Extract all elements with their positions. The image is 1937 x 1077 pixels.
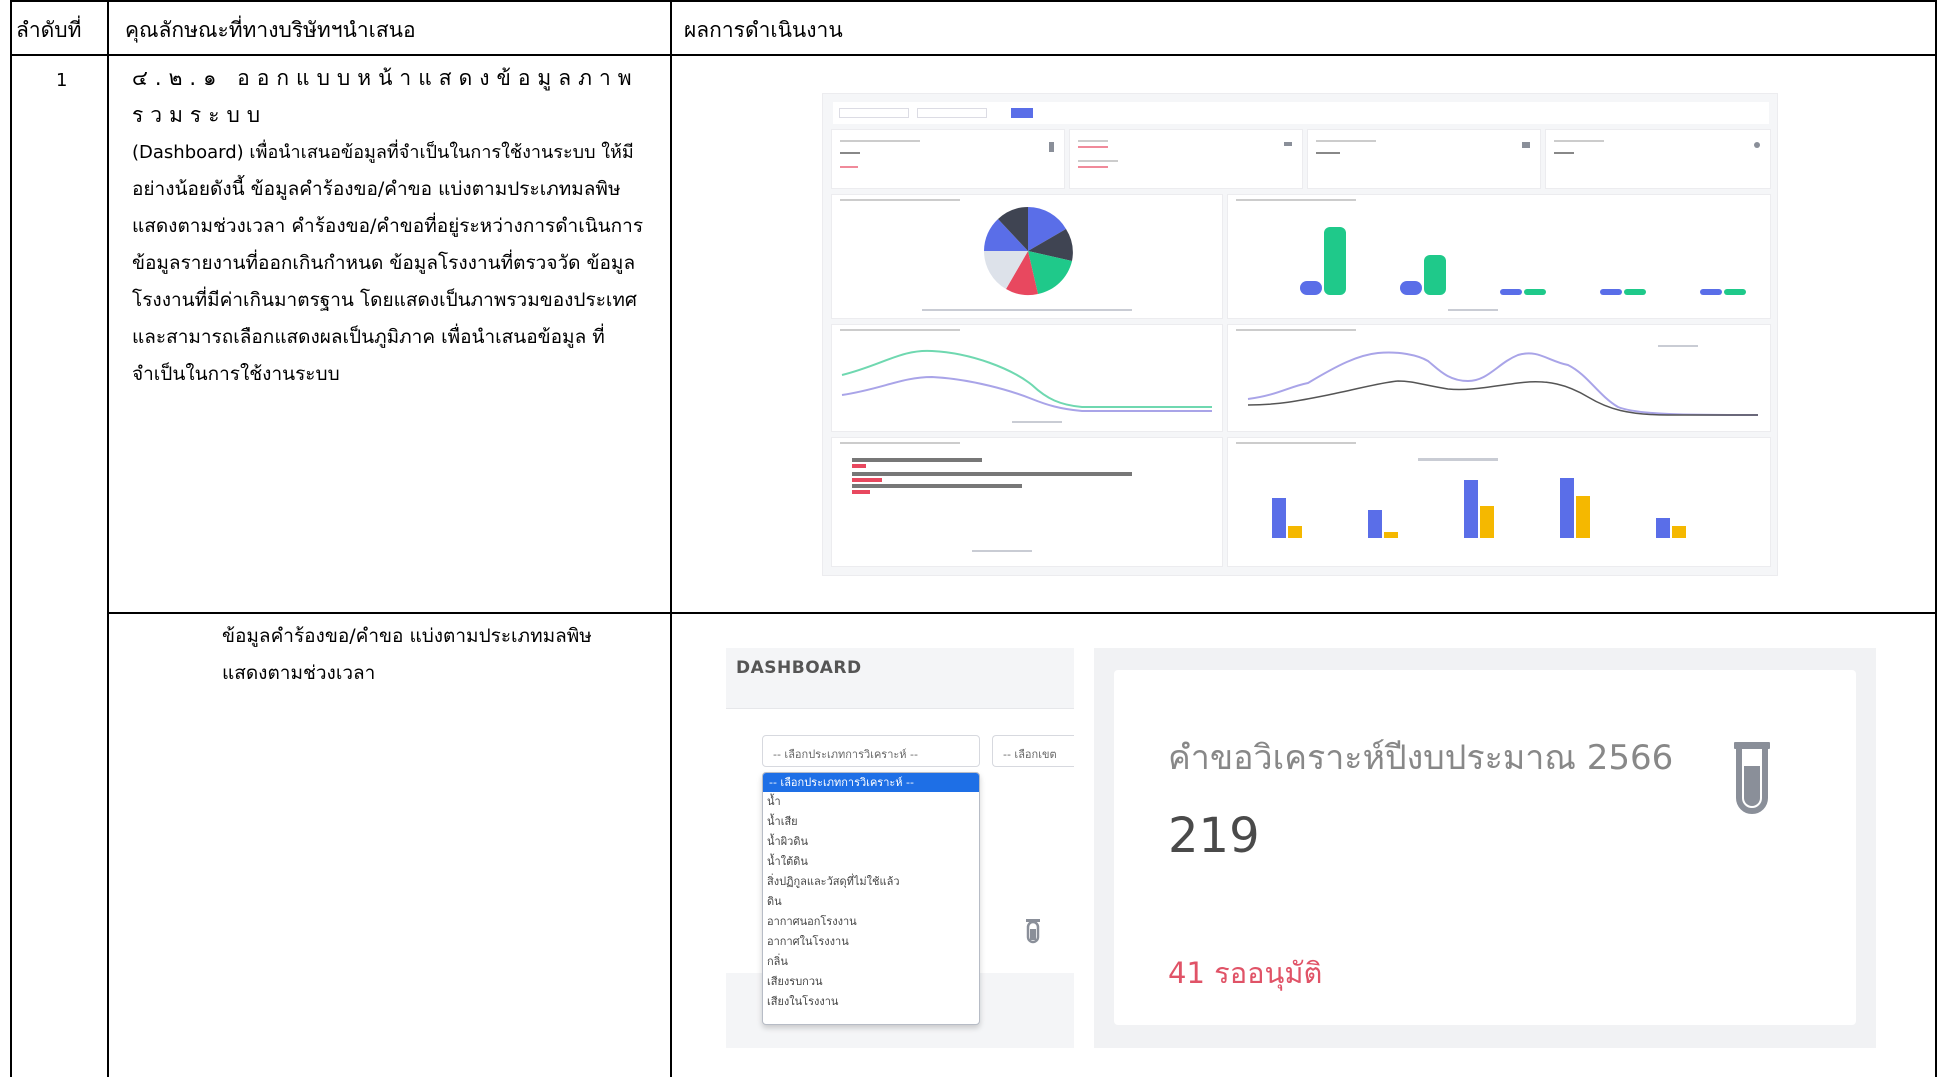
- dashboard-zoom-screenshot: DASHBOARD -- เลือกประเภทการวิเคราะห์ -- …: [726, 648, 1876, 1048]
- line-chart: [841, 349, 1212, 423]
- table-column-divider: [670, 2, 672, 1077]
- description-line: ๔.๒.๑ ออกแบบหน้าแสดงข้อมูลภาพรวมระบบ: [132, 66, 639, 127]
- dropdown-option[interactable]: สิ่งปฏิกูลและวัสดุที่ไม่ใช้แล้ว: [763, 872, 979, 892]
- stat-card: [1545, 129, 1771, 189]
- dropdown-option[interactable]: อากาศนอกโรงงาน: [763, 912, 979, 932]
- card-pending: 41 รออนุมัติ: [1168, 956, 1323, 990]
- description-line: แสดงตามช่วงเวลา: [222, 662, 376, 684]
- chart-icon: [1284, 142, 1292, 146]
- line-chart-panel: [1227, 324, 1771, 432]
- description-line: (Dashboard) เพื่อนำเสนอข้อมูลที่จำเป็นใน…: [132, 142, 634, 163]
- dashboard-overview-screenshot: [822, 93, 1778, 576]
- analysis-type-dropdown[interactable]: -- เลือกประเภทการวิเคราะห์ -- น้ำ น้ำเสี…: [762, 772, 980, 1025]
- region-select[interactable]: [917, 108, 987, 118]
- bar-chart-panel: [1227, 194, 1771, 319]
- dashboard-filter-area: DASHBOARD -- เลือกประเภทการวิเคราะห์ -- …: [726, 648, 1074, 1048]
- card-value: 219: [1168, 808, 1260, 864]
- grouped-bar-chart-panel: [1227, 437, 1771, 567]
- row1-description: ๔.๒.๑ ออกแบบหน้าแสดงข้อมูลภาพรวมระบบ (Da…: [132, 60, 662, 393]
- header-feature: คุณลักษณะที่ทางบริษัทฯนำเสนอ: [125, 18, 416, 42]
- bar-chart: [1300, 227, 1746, 311]
- description-line: อย่างน้อยดังนี้ ข้อมูลคำร้องขอ/คำขอ แบ่ง…: [132, 178, 621, 200]
- row-number: 1: [56, 70, 68, 91]
- dropdown-option[interactable]: เสียงในโรงงาน: [763, 992, 979, 1012]
- stat-card: [1069, 129, 1303, 189]
- dropdown-option[interactable]: กลิ่น: [763, 952, 979, 972]
- test-tube-icon: [1049, 142, 1054, 152]
- analysis-type-select[interactable]: [839, 108, 909, 118]
- dashboard-title: DASHBOARD: [736, 658, 862, 678]
- dropdown-option[interactable]: น้ำเสีย: [763, 812, 979, 832]
- description-line: แสดงตามช่วงเวลา คำร้องขอ/คำขอที่อยู่ระหว…: [132, 215, 644, 237]
- row2-description: ข้อมูลคำร้องขอ/คำขอ แบ่งตามประเภทมลพิษ แ…: [222, 618, 592, 692]
- dropdown-option[interactable]: น้ำใต้ดิน: [763, 852, 979, 872]
- analysis-type-select[interactable]: -- เลือกประเภทการวิเคราะห์ --: [762, 735, 980, 767]
- description-line: ข้อมูลคำร้องขอ/คำขอ แบ่งตามประเภทมลพิษ: [222, 625, 592, 647]
- analysis-request-card: คำขอวิเคราะห์ปีงบประมาณ 2566 219 41 รออน…: [1114, 670, 1856, 1025]
- stat-card: [831, 129, 1065, 189]
- horizontal-bar-chart: [852, 458, 1132, 552]
- pie-chart: [922, 207, 1132, 311]
- header-no: ลำดับที่: [16, 18, 82, 42]
- filter-bar: [833, 102, 1769, 124]
- stat-card: [1307, 129, 1541, 189]
- test-tube-icon: [1026, 919, 1040, 951]
- chart-icon: [1522, 142, 1530, 148]
- header-result: ผลการดำเนินงาน: [684, 18, 843, 42]
- description-line: และสามารถเลือกแสดงผลเป็นภูมิภาค เพื่อนำเ…: [132, 326, 605, 348]
- search-icon: [1754, 142, 1760, 148]
- area-chart-panel: [831, 324, 1223, 432]
- search-button[interactable]: [1011, 108, 1033, 118]
- description-line: โรงงานที่มีค่าเกินมาตรฐาน โดยแสดงเป็นภาพ…: [132, 289, 637, 311]
- dropdown-option[interactable]: ดิน: [763, 892, 979, 912]
- region-select[interactable]: -- เลือกเขต: [992, 735, 1074, 767]
- grouped-bar-chart: [1272, 458, 1686, 538]
- table-header-divider: [12, 54, 1935, 56]
- dropdown-option[interactable]: น้ำ: [763, 792, 979, 812]
- dropdown-option[interactable]: อากาศในโรงงาน: [763, 932, 979, 952]
- dropdown-option[interactable]: น้ำผิวดิน: [763, 832, 979, 852]
- dropdown-option[interactable]: เสียงรบกวน: [763, 972, 979, 992]
- stat-card-area: คำขอวิเคราะห์ปีงบประมาณ 2566 219 41 รออน…: [1094, 648, 1876, 1048]
- table-row-divider: [107, 612, 1935, 614]
- card-label: คำขอวิเคราะห์ปีงบประมาณ 2566: [1168, 738, 1674, 778]
- test-tube-icon: [1734, 742, 1770, 818]
- pie-chart-panel: [831, 194, 1223, 319]
- dropdown-option-selected[interactable]: -- เลือกประเภทการวิเคราะห์ --: [763, 773, 979, 792]
- horizontal-bar-chart-panel: [831, 437, 1223, 567]
- line-chart: [1247, 345, 1759, 416]
- table-column-divider: [107, 2, 109, 1077]
- description-line: ข้อมูลรายงานที่ออกเกินกำหนด ข้อมูลโรงงาน…: [132, 252, 636, 274]
- description-line: จำเป็นในการใช้งานระบบ: [132, 363, 340, 385]
